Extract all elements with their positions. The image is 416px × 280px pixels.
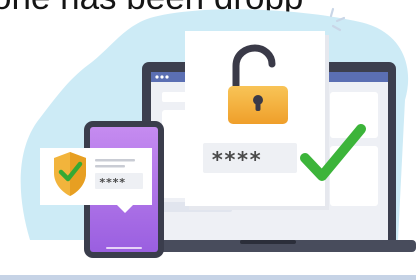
laptop-hinge <box>240 240 296 244</box>
phone-password-masked-text: **** <box>99 176 126 189</box>
shield-bubble: **** <box>40 148 152 213</box>
window-dot-icon <box>165 75 169 79</box>
phone-home-bar <box>106 247 142 249</box>
window-dot-icon <box>160 75 164 79</box>
bottom-strip <box>0 275 416 280</box>
window-dot-icon <box>155 75 159 79</box>
illustration: **** **** <box>20 7 416 258</box>
bubble-text-line <box>95 159 135 162</box>
password-masked-text: **** <box>211 148 262 172</box>
bubble-text-line <box>95 165 125 168</box>
